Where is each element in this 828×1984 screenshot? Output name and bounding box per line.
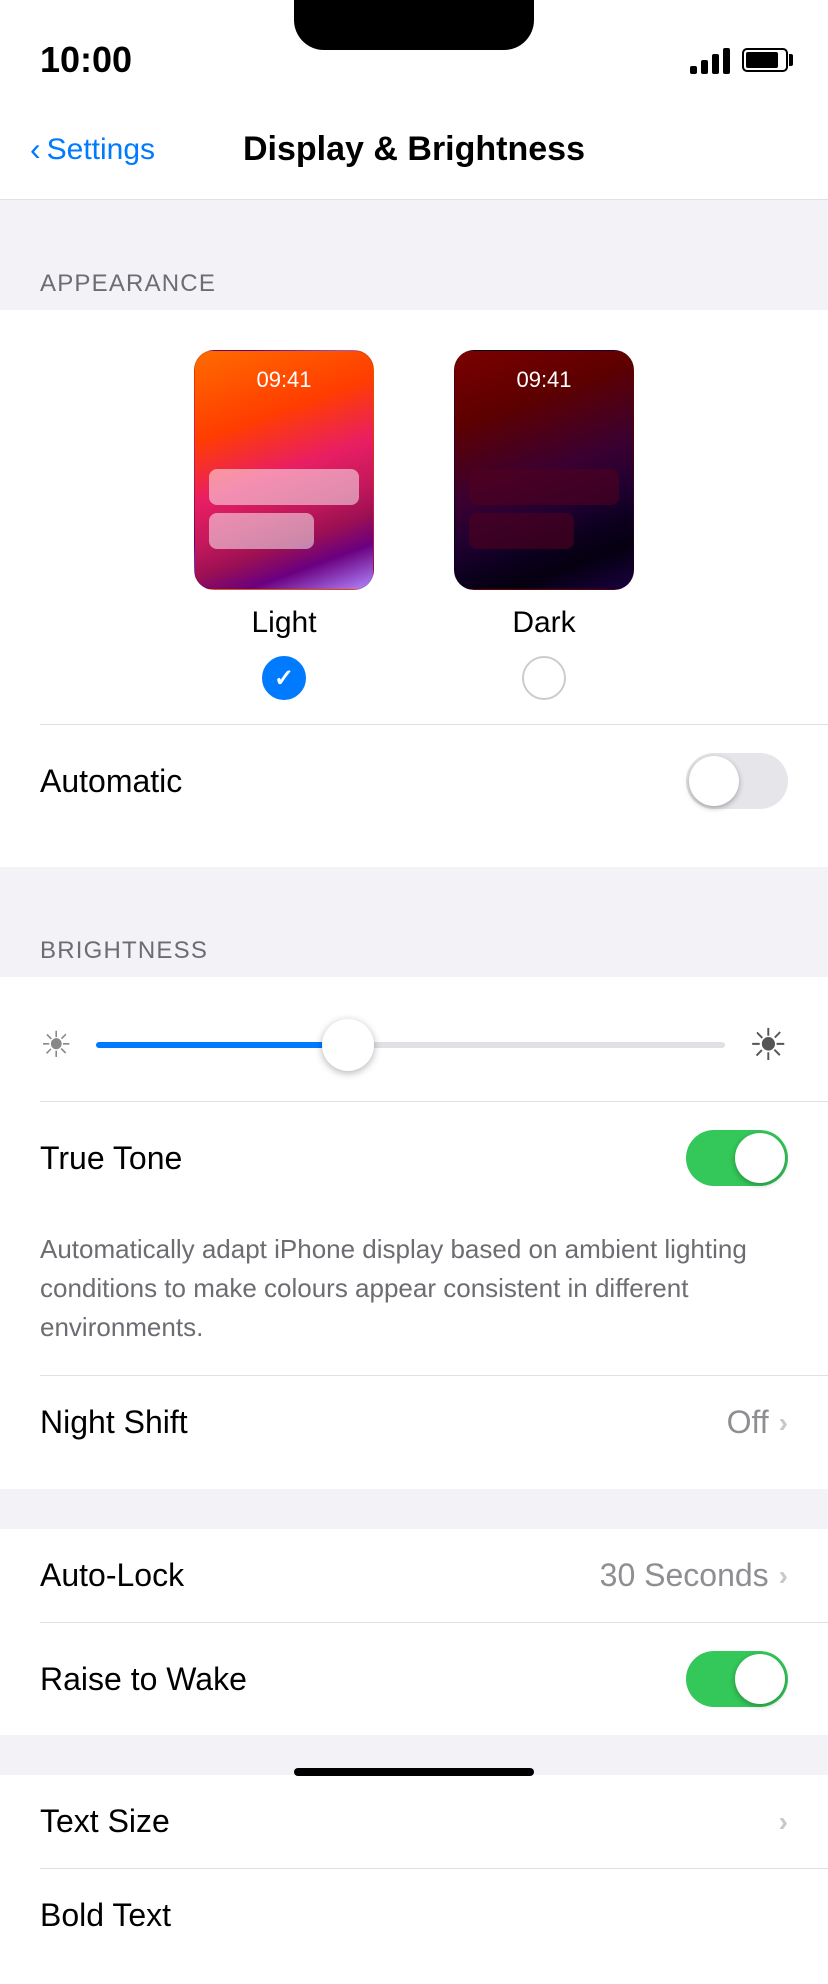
text-size-label: Text Size bbox=[40, 1803, 170, 1840]
gap-appearance bbox=[0, 200, 828, 240]
brightness-header: BRIGHTNESS bbox=[0, 907, 828, 977]
battery-icon bbox=[742, 48, 788, 72]
light-radio[interactable]: ✓ bbox=[262, 656, 306, 700]
dark-preview: 09:41 bbox=[454, 350, 634, 590]
notch bbox=[294, 0, 534, 50]
appearance-light-option[interactable]: 09:41 Light ✓ bbox=[194, 350, 374, 700]
appearance-dark-option[interactable]: 09:41 Dark bbox=[454, 350, 634, 700]
brightness-high-icon: ☀ bbox=[749, 1020, 788, 1071]
light-label: Light bbox=[251, 606, 316, 640]
brightness-slider[interactable] bbox=[96, 1017, 724, 1073]
status-bar: 10:00 bbox=[0, 0, 828, 100]
appearance-header: APPEARANCE bbox=[0, 240, 828, 310]
true-tone-toggle[interactable] bbox=[686, 1130, 788, 1186]
checkmark-icon: ✓ bbox=[274, 664, 294, 693]
true-tone-row: True Tone bbox=[0, 1102, 828, 1214]
light-preview-time: 09:41 bbox=[195, 367, 373, 393]
automatic-label: Automatic bbox=[40, 763, 182, 800]
auto-lock-label: Auto-Lock bbox=[40, 1557, 184, 1594]
bold-text-label: Bold Text bbox=[40, 1897, 171, 1934]
text-size-row[interactable]: Text Size › bbox=[0, 1775, 828, 1868]
brightness-section: ☀ ☀ True Tone Automatically adapt iPhone… bbox=[0, 977, 828, 1489]
signal-icon bbox=[690, 46, 730, 74]
automatic-row: Automatic bbox=[0, 725, 828, 837]
automatic-toggle[interactable] bbox=[686, 753, 788, 809]
appearance-section: 09:41 Light ✓ 09:41 Dark bbox=[0, 310, 828, 867]
home-indicator bbox=[294, 1768, 534, 1776]
auto-lock-row[interactable]: Auto-Lock 30 Seconds › bbox=[0, 1529, 828, 1622]
status-time: 10:00 bbox=[40, 39, 132, 81]
back-button[interactable]: ‹ Settings bbox=[30, 131, 155, 168]
brightness-slider-row: ☀ ☀ bbox=[0, 997, 828, 1101]
night-shift-row[interactable]: Night Shift Off › bbox=[0, 1376, 828, 1469]
gap-brightness bbox=[0, 867, 828, 907]
nav-bar: ‹ Settings Display & Brightness bbox=[0, 100, 828, 200]
back-chevron-icon: ‹ bbox=[30, 131, 41, 168]
dark-radio[interactable] bbox=[522, 656, 566, 700]
slider-thumb[interactable] bbox=[322, 1019, 374, 1071]
bold-text-row[interactable]: Bold Text bbox=[0, 1869, 828, 1984]
text-section: Text Size › Bold Text bbox=[0, 1775, 828, 1984]
back-label: Settings bbox=[47, 133, 155, 167]
page-title: Display & Brightness bbox=[243, 130, 585, 169]
text-size-chevron-icon: › bbox=[779, 1806, 788, 1838]
appearance-options: 09:41 Light ✓ 09:41 Dark bbox=[0, 350, 828, 700]
dark-label: Dark bbox=[512, 606, 575, 640]
dark-preview-time: 09:41 bbox=[455, 367, 633, 393]
night-shift-value: Off bbox=[727, 1404, 769, 1441]
raise-to-wake-label: Raise to Wake bbox=[40, 1661, 247, 1698]
auto-lock-value: 30 Seconds bbox=[600, 1557, 769, 1594]
lock-section: Auto-Lock 30 Seconds › Raise to Wake bbox=[0, 1529, 828, 1735]
slider-fill bbox=[96, 1042, 347, 1048]
status-icons bbox=[690, 46, 788, 74]
light-preview: 09:41 bbox=[194, 350, 374, 590]
gap-auto-lock bbox=[0, 1489, 828, 1529]
brightness-low-icon: ☀ bbox=[40, 1024, 72, 1066]
true-tone-description: Automatically adapt iPhone display based… bbox=[0, 1214, 828, 1375]
true-tone-label: True Tone bbox=[40, 1140, 182, 1177]
night-shift-label: Night Shift bbox=[40, 1404, 188, 1441]
auto-lock-chevron-icon: › bbox=[779, 1560, 788, 1592]
raise-to-wake-row: Raise to Wake bbox=[0, 1623, 828, 1735]
raise-to-wake-toggle[interactable] bbox=[686, 1651, 788, 1707]
night-shift-chevron-icon: › bbox=[779, 1407, 788, 1439]
